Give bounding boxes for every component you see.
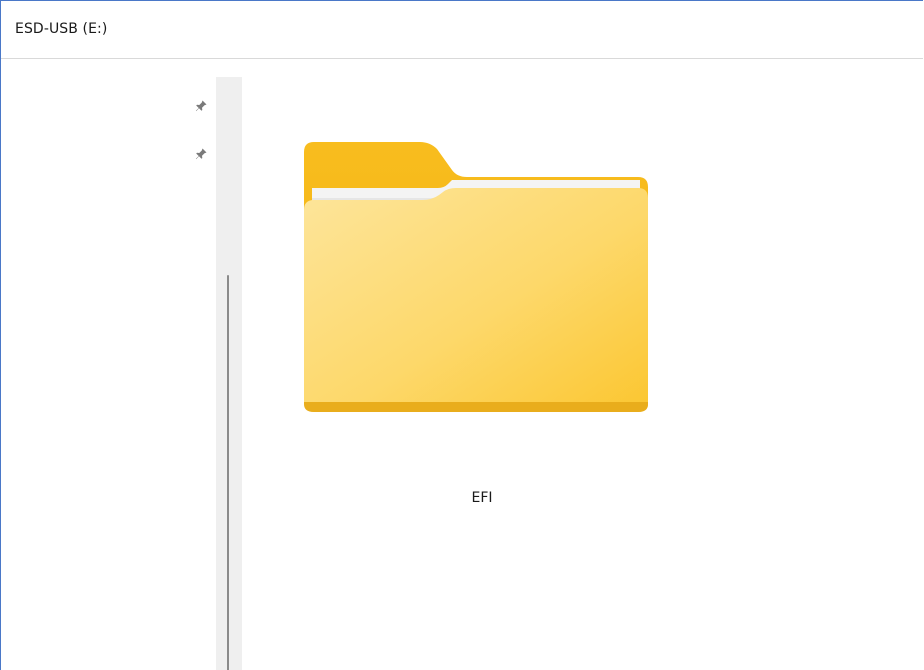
navigation-pane bbox=[1, 60, 216, 670]
address-path[interactable]: ESD-USB (E:) bbox=[15, 21, 107, 37]
pin-icon[interactable] bbox=[193, 98, 209, 114]
folder-content-area: EFI bbox=[242, 60, 923, 670]
pin-icon[interactable] bbox=[193, 146, 209, 162]
navigation-scrollbar[interactable] bbox=[216, 77, 242, 670]
scrollbar-thumb[interactable] bbox=[227, 275, 229, 670]
address-bar[interactable]: ESD-USB (E:) bbox=[1, 1, 923, 59]
folder-name-label[interactable]: EFI bbox=[302, 490, 662, 506]
folder-icon bbox=[304, 142, 648, 412]
folder-item-efi[interactable]: EFI bbox=[302, 140, 652, 530]
file-explorer-window: ESD-USB (E:) EFI bbox=[0, 0, 923, 670]
